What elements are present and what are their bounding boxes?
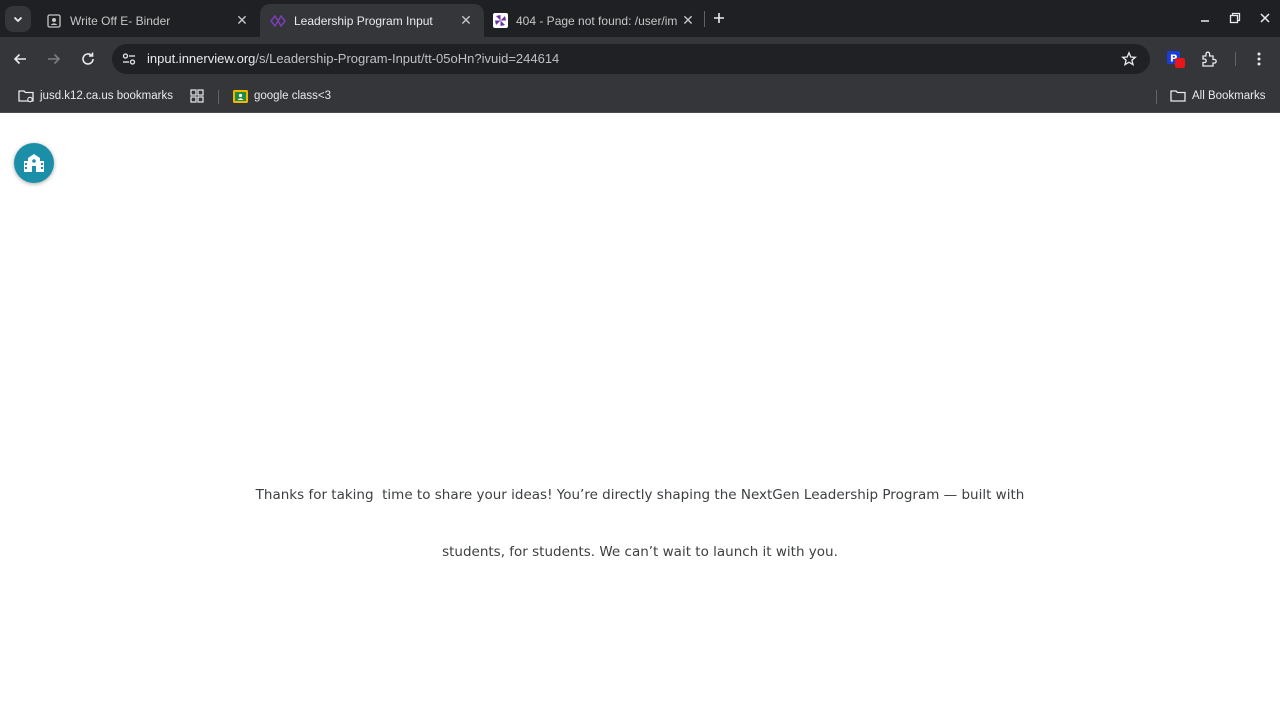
url-text: input.innerview.org/s/Leadership-Program… xyxy=(147,51,559,66)
extension-badge-icon: P xyxy=(1167,51,1185,68)
url-path: /s/Leadership-Program-Input/tt-05oHn?ivu… xyxy=(255,51,560,66)
pinwheel-icon xyxy=(492,13,508,29)
more-vert-icon xyxy=(1257,52,1261,66)
tab-title: 404 - Page not found: /user/im xyxy=(516,13,678,28)
star-icon xyxy=(1121,51,1137,66)
bookmarks-bar: jusd.k12.ca.us bookmarks google class<3 … xyxy=(0,80,1280,113)
portrait-icon xyxy=(46,13,62,29)
bookmark-apps[interactable] xyxy=(189,86,211,106)
address-bar[interactable]: input.innerview.org/s/Leadership-Program… xyxy=(112,44,1150,74)
close-window-button[interactable] xyxy=(1255,8,1275,28)
reload-button[interactable] xyxy=(76,47,100,71)
page-content: Thanks for taking time to share your ide… xyxy=(0,113,1280,720)
forward-button[interactable] xyxy=(42,47,66,71)
all-bookmarks-button[interactable]: All Bookmarks xyxy=(1170,86,1266,106)
bookmark-jusd[interactable]: jusd.k12.ca.us bookmarks xyxy=(18,86,173,106)
bookmark-label: jusd.k12.ca.us bookmarks xyxy=(40,90,173,102)
puzzle-icon xyxy=(1202,51,1217,67)
tab-write-off[interactable]: Write Off E- Binder ✕ xyxy=(36,4,260,37)
bookmark-separator xyxy=(218,90,219,104)
bookmark-google-class[interactable]: google class<3 xyxy=(232,86,331,106)
managed-folder-icon xyxy=(18,88,34,104)
tab-leadership-program[interactable]: Leadership Program Input ✕ xyxy=(260,4,484,37)
reload-icon xyxy=(82,52,94,65)
tab-title: Write Off E- Binder xyxy=(70,13,171,28)
tab-separator xyxy=(704,11,705,27)
innerview-icon xyxy=(270,13,286,29)
site-settings-icon[interactable] xyxy=(120,50,138,68)
browser-toolbar: input.innerview.org/s/Leadership-Program… xyxy=(0,37,1280,80)
all-bookmarks-label: All Bookmarks xyxy=(1192,90,1266,102)
close-tab-icon[interactable]: ✕ xyxy=(234,12,250,29)
thank-you-line-2: students, for students. We can’t wait to… xyxy=(442,544,838,560)
bookmark-star-button[interactable] xyxy=(1120,50,1138,68)
restore-button[interactable] xyxy=(1225,8,1245,28)
tab-strip: Write Off E- Binder ✕ Leadership Program… xyxy=(0,0,1280,37)
new-tab-button[interactable] xyxy=(709,8,729,28)
minimize-icon xyxy=(1201,20,1209,22)
chevron-down-icon xyxy=(13,16,23,23)
close-tab-icon[interactable]: ✕ xyxy=(458,12,474,29)
tab-404[interactable]: 404 - Page not found: /user/im ✕ xyxy=(482,4,706,37)
extension-button[interactable]: P xyxy=(1166,49,1186,69)
extensions-menu-button[interactable] xyxy=(1199,49,1219,69)
close-icon xyxy=(1260,13,1270,23)
school-building-icon xyxy=(24,154,44,172)
apps-grid-icon xyxy=(189,88,205,104)
google-classroom-icon xyxy=(232,88,248,104)
toolbar-separator xyxy=(1235,52,1236,66)
restore-icon xyxy=(1229,12,1241,24)
arrow-left-icon xyxy=(13,53,26,65)
folder-icon xyxy=(1170,88,1186,104)
browser-menu-button[interactable] xyxy=(1249,49,1269,69)
bookmark-separator xyxy=(1156,90,1157,104)
bookmark-label: google class<3 xyxy=(254,90,332,102)
tab-title: Leadership Program Input xyxy=(294,13,433,28)
thank-you-line-1: Thanks for taking time to share your ide… xyxy=(255,487,1025,503)
tab-search-button[interactable] xyxy=(5,6,31,32)
url-host: input.innerview.org xyxy=(147,51,256,66)
close-tab-icon[interactable]: ✕ xyxy=(680,12,696,29)
back-button[interactable] xyxy=(8,47,32,71)
arrow-right-icon xyxy=(48,53,61,65)
thank-you-message: Thanks for taking time to share your ide… xyxy=(240,448,1040,600)
minimize-button[interactable] xyxy=(1195,8,1215,28)
school-button[interactable] xyxy=(14,143,54,183)
plus-icon xyxy=(714,13,724,23)
